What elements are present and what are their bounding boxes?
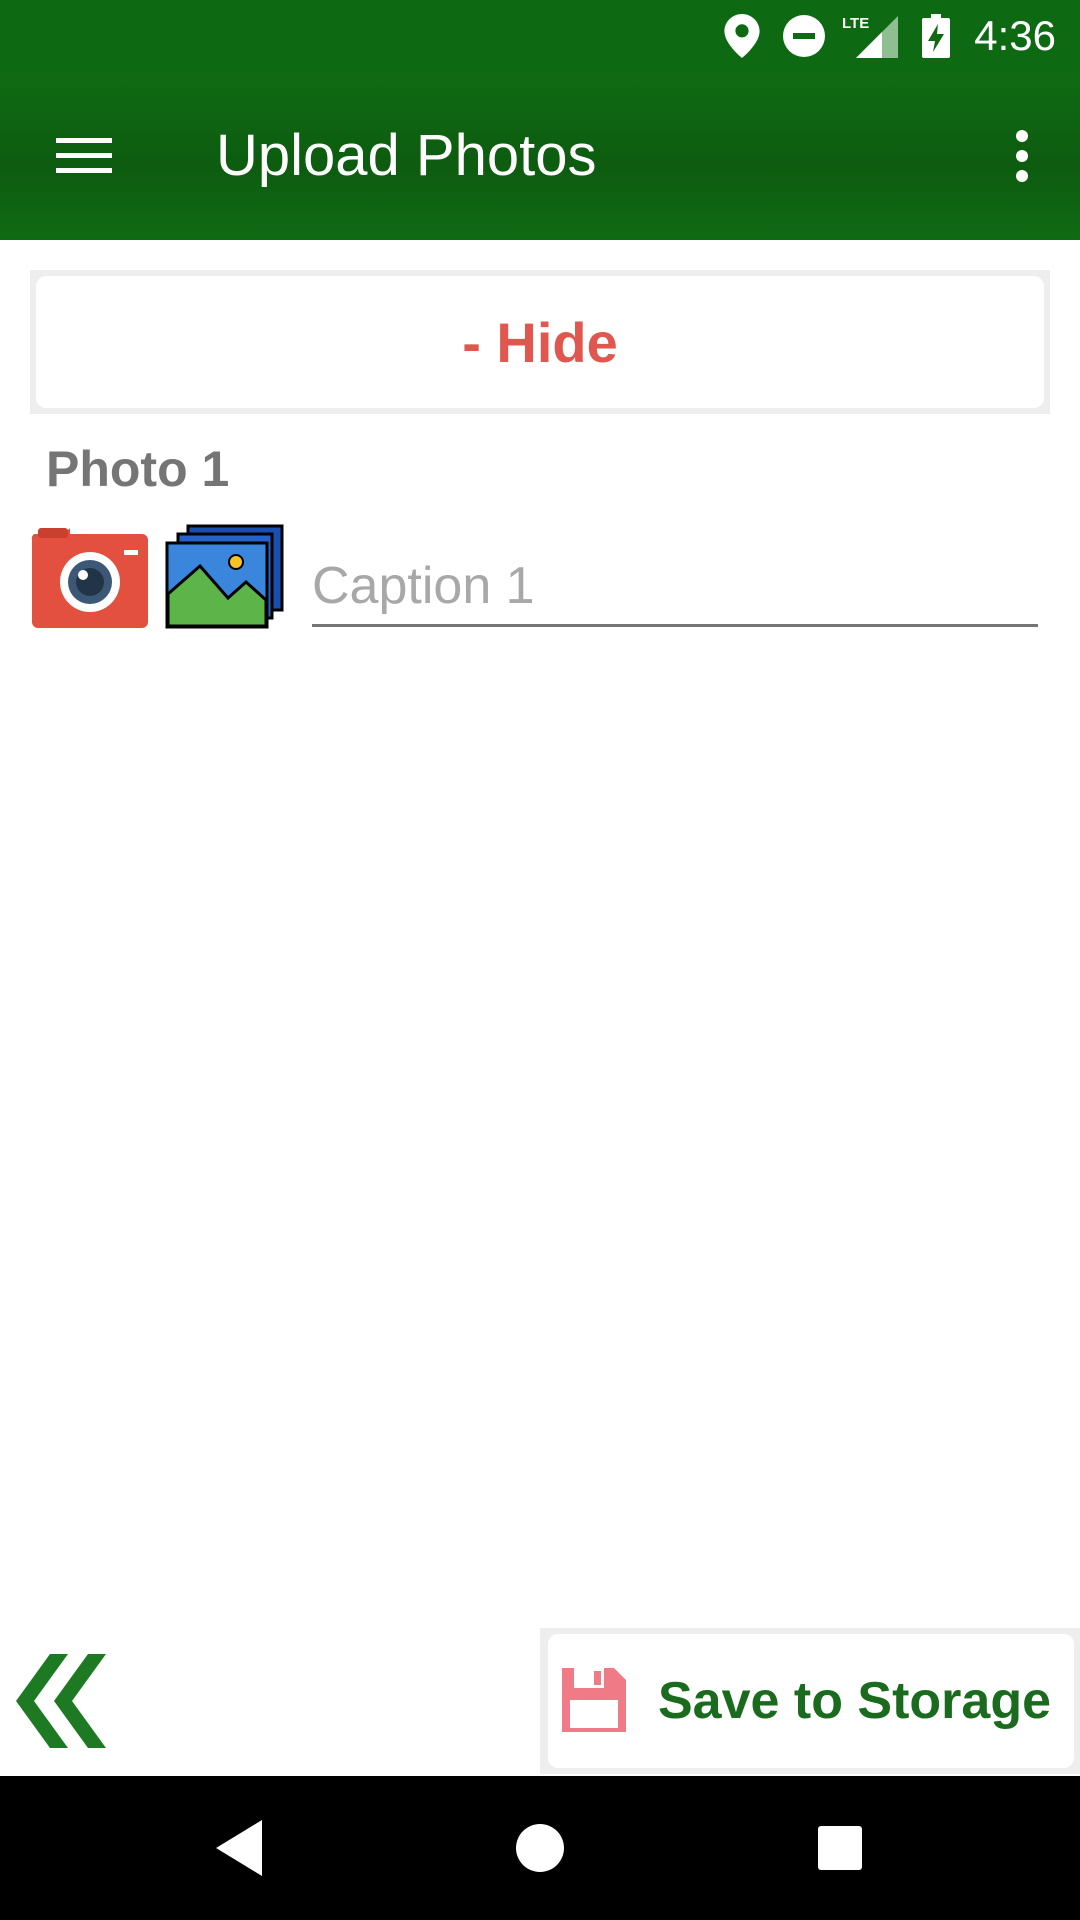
camera-icon[interactable]: [30, 526, 150, 630]
do-not-disturb-icon: [783, 15, 825, 57]
recents-nav-icon[interactable]: [804, 1812, 876, 1884]
more-vert-icon[interactable]: [992, 122, 1056, 190]
double-chevron-left-icon[interactable]: [14, 1650, 108, 1752]
gallery-icon[interactable]: [164, 524, 286, 630]
save-to-storage-label: Save to Storage: [658, 1672, 1052, 1730]
app-bar: Upload Photos: [0, 72, 1080, 240]
home-nav-icon[interactable]: [504, 1812, 576, 1884]
save-button-container: Save to Storage: [540, 1628, 1080, 1774]
save-to-storage-button[interactable]: Save to Storage: [548, 1634, 1074, 1768]
lte-signal-icon: LTE: [842, 15, 898, 58]
upload-photos-screen: LTE 4:36 Upload Photos - Hide Photo 1 Ca…: [0, 0, 1080, 1920]
floppy-disk-icon: [562, 1668, 626, 1732]
navigation-bar: [0, 1776, 1080, 1920]
network-label: LTE: [842, 15, 869, 32]
photo-label: Photo 1: [46, 441, 230, 497]
battery-charging-icon: [922, 14, 950, 58]
hide-button-container: - Hide: [30, 270, 1050, 414]
caption-input[interactable]: [312, 548, 1038, 627]
page-title: Upload Photos: [216, 123, 597, 188]
back-nav-icon[interactable]: [204, 1812, 276, 1884]
location-icon: [724, 14, 760, 58]
hide-button[interactable]: - Hide: [36, 276, 1044, 408]
hamburger-menu-icon[interactable]: [40, 122, 128, 190]
status-time: 4:36: [974, 12, 1056, 59]
status-bar: LTE 4:36: [0, 0, 1080, 72]
